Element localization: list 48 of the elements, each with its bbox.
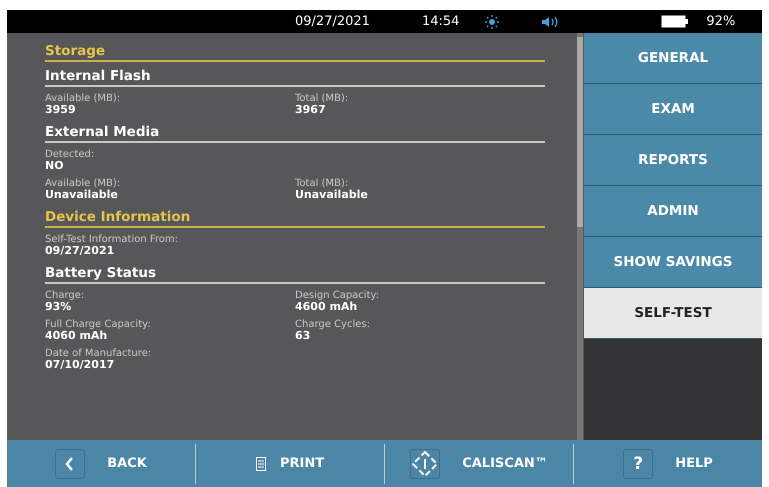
diamond-icon	[410, 448, 440, 478]
field-label: Available (MB):	[45, 93, 122, 104]
field-value: 3967	[295, 104, 327, 116]
menu-button[interactable]: GENERAL	[584, 33, 762, 84]
field-label: Self-Test Information From:	[45, 234, 180, 245]
field-value: Unavailable	[295, 189, 369, 201]
menu-button[interactable]: SHOW SAVINGS	[584, 237, 762, 288]
toolbar-button[interactable]: CALISCAN™	[385, 440, 573, 487]
field-label: Full Charge Capacity:	[45, 319, 152, 330]
section-heading: Device Information	[45, 209, 545, 228]
scrollbar-thumb[interactable]	[577, 37, 583, 227]
help-icon: ?	[623, 448, 654, 478]
field-value: NO	[45, 160, 65, 172]
field-label: Date of Manufacture:	[45, 348, 152, 359]
field-value: Unavailable	[45, 189, 119, 201]
speaker-icon	[541, 16, 560, 28]
menu-button[interactable]: SELF-TEST	[584, 288, 762, 339]
field-value: 4600 mAh	[295, 301, 358, 313]
menu-button[interactable]: REPORTS	[584, 135, 762, 186]
subsection-heading: External Media	[45, 124, 545, 143]
field-value: 3959	[45, 104, 77, 116]
field-label: Total (MB):	[295, 178, 350, 189]
status-time: 14:54	[422, 14, 460, 29]
subsection-heading: Internal Flash	[45, 68, 545, 87]
scrollbar[interactable]	[577, 33, 583, 440]
field-value: 09/27/2021	[45, 245, 116, 257]
section-heading: Storage	[45, 43, 545, 62]
battery-percent: 92%	[706, 14, 736, 29]
toolbar-button[interactable]: BACK	[7, 440, 195, 487]
field-label: Charge Cycles:	[295, 319, 371, 330]
brightness-icon	[485, 14, 500, 28]
field-label: Total (MB):	[295, 93, 350, 104]
field-label: Available (MB):	[45, 178, 122, 189]
field-label: Detected:	[45, 149, 96, 160]
field-label: Design Capacity:	[295, 290, 380, 301]
field-value: 63	[295, 330, 310, 342]
field-label: Charge:	[45, 290, 86, 301]
subsection-heading: Battery Status	[45, 265, 545, 284]
field-value: 07/10/2017	[45, 359, 116, 371]
document-icon	[256, 456, 266, 470]
battery-icon	[661, 15, 690, 28]
field-value: 93%	[45, 301, 72, 313]
menu-button[interactable]: EXAM	[584, 84, 762, 135]
field-value: 4060 mAh	[45, 330, 108, 342]
toolbar-button[interactable]: ? HELP	[574, 440, 762, 487]
status-date: 09/27/2021	[295, 14, 370, 29]
menu-button[interactable]: ADMIN	[584, 186, 762, 237]
toolbar-button[interactable]: PRINT	[196, 440, 384, 487]
